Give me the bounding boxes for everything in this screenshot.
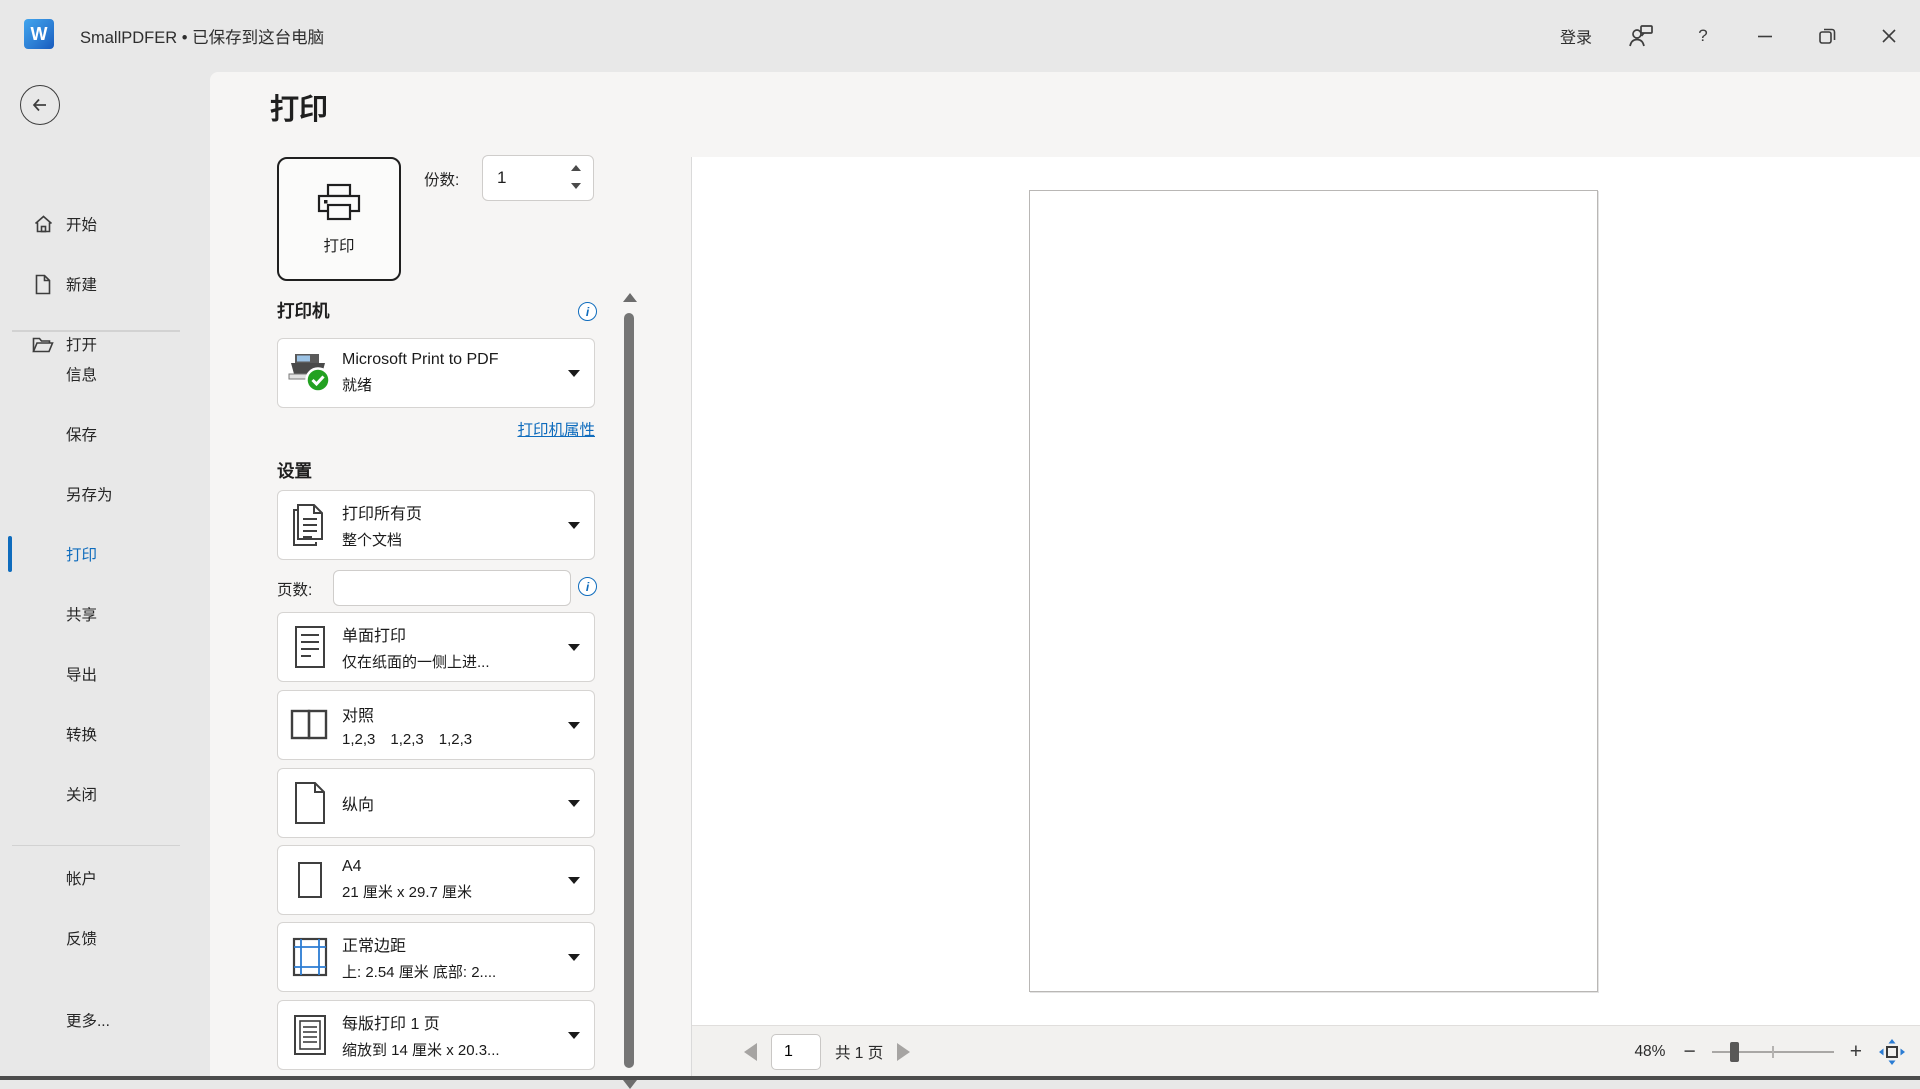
sidebar-divider-top [12,330,180,331]
new-document-icon [32,274,54,295]
pages-label: 页数: [277,578,312,600]
copies-increment-icon[interactable] [571,165,583,173]
back-button[interactable] [20,85,60,125]
current-page-input[interactable] [771,1034,821,1070]
orientation-dropdown[interactable]: 纵向 [277,768,595,838]
sidebar-item-print[interactable]: 打印 [0,535,210,573]
feedback-person-icon[interactable] [1610,0,1672,72]
print-backstage-panel: 打印 打印 份数: 打印机 i [210,72,1920,1076]
zoom-slider[interactable] [1712,1042,1834,1062]
printer-status: 就绪 [342,374,562,395]
open-folder-icon [32,335,54,354]
sidebar-divider-bottom [12,845,180,846]
sidebar-item-close-doc[interactable]: 关闭 [0,775,210,813]
sidebar-item-save-as[interactable]: 另存为 [0,475,210,513]
scroll-down-icon[interactable] [623,1080,637,1089]
page-title: 打印 [270,86,328,128]
backstage-sidebar: 开始 新建 打开 信息 保存 另存为 打印 共享 导出 转换 关闭 帐户 反馈 … [0,72,210,1076]
sidebar-item-new[interactable]: 新建 [0,265,210,303]
paper-size-icon [278,859,342,901]
sidebar-item-info[interactable]: 信息 [0,355,210,393]
one-sided-page-icon [278,624,342,670]
collated-pages-icon [278,706,342,744]
preview-status-bar: 共 1 页 48% − + [692,1025,1920,1076]
zoom-level: 48% [1634,1043,1665,1061]
chevron-down-icon [568,722,580,729]
selected-printer-icon [278,352,342,394]
printer-properties-link[interactable]: 打印机属性 [277,418,595,440]
window-bottom-edge [0,1076,1920,1080]
copies-decrement-icon[interactable] [571,183,583,191]
chevron-down-icon [568,954,580,961]
duplex-dropdown[interactable]: 单面打印 仅在纸面的一侧上进... [277,612,595,682]
pages-per-sheet-dropdown[interactable]: 每版打印 1 页 缩放到 14 厘米 x 20.3... [277,1000,595,1070]
sidebar-item-more[interactable]: 更多... [0,1001,210,1039]
collation-dropdown[interactable]: 对照 1,2,3 1,2,3 1,2,3 [277,690,595,760]
pages-info-icon[interactable]: i [578,577,597,596]
preview-page [1029,190,1598,992]
sidebar-item-export[interactable]: 导出 [0,655,210,693]
sign-in-button[interactable]: 登录 [1542,0,1610,72]
sidebar-item-share[interactable]: 共享 [0,595,210,633]
page-count-label: 共 1 页 [835,1041,883,1063]
minimize-icon[interactable] [1734,0,1796,72]
copies-stepper[interactable] [482,155,594,201]
printer-section-heading: 打印机 [277,298,330,323]
zoom-out-icon[interactable]: − [1683,1041,1695,1062]
print-preview-area [692,157,1920,1025]
chevron-down-icon [568,800,580,807]
copies-input[interactable] [497,156,557,200]
printer-name: Microsoft Print to PDF [342,351,562,369]
portrait-page-icon [278,780,342,826]
close-icon[interactable] [1858,0,1920,72]
zoom-to-page-icon[interactable] [1878,1038,1906,1066]
print-all-pages-icon [278,502,342,548]
help-icon[interactable]: ? [1672,0,1734,72]
previous-page-icon[interactable] [744,1043,757,1061]
printer-icon [315,182,363,226]
printer-selector[interactable]: Microsoft Print to PDF 就绪 [277,338,595,408]
sidebar-item-home[interactable]: 开始 [0,205,210,243]
next-page-icon[interactable] [897,1043,910,1061]
zoom-slider-thumb[interactable] [1730,1042,1739,1062]
margins-icon [278,935,342,979]
print-range-dropdown[interactable]: 打印所有页 整个文档 [277,490,595,560]
word-app-icon: W [24,19,54,49]
print-button[interactable]: 打印 [277,157,401,281]
titlebar: W SmallPDFER • 已保存到这台电脑 登录 ? [0,0,1920,72]
chevron-down-icon [568,370,580,377]
active-indicator [8,536,12,572]
chevron-down-icon [568,522,580,529]
pages-per-sheet-icon [278,1013,342,1057]
sidebar-item-feedback[interactable]: 反馈 [0,919,210,957]
window-title: SmallPDFER • 已保存到这台电脑 [80,0,324,72]
sidebar-item-save[interactable]: 保存 [0,415,210,453]
chevron-down-icon [568,1032,580,1039]
settings-section-heading: 设置 [277,458,312,483]
margins-dropdown[interactable]: 正常边距 上: 2.54 厘米 底部: 2.... [277,922,595,992]
home-icon [32,214,54,234]
printer-info-icon[interactable]: i [578,302,597,321]
pages-input[interactable] [333,570,571,606]
chevron-down-icon [568,644,580,651]
scroll-up-icon[interactable] [623,293,637,302]
sidebar-item-account[interactable]: 帐户 [0,859,210,897]
copies-label: 份数: [424,168,459,190]
scrollbar-thumb[interactable] [624,313,634,1068]
zoom-in-icon[interactable]: + [1850,1041,1862,1062]
paper-size-dropdown[interactable]: A4 21 厘米 x 29.7 厘米 [277,845,595,915]
chevron-down-icon [568,877,580,884]
restore-window-icon[interactable] [1796,0,1858,72]
sidebar-item-transform[interactable]: 转换 [0,715,210,753]
